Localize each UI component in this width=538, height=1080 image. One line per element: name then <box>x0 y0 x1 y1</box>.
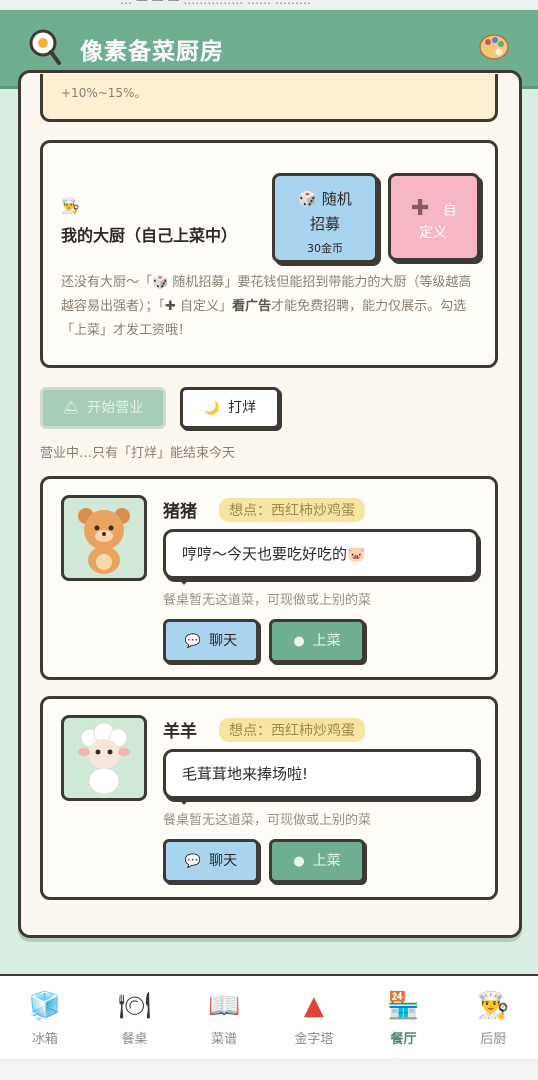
moon-icon: 🌙 <box>203 401 221 416</box>
customer-name: 猪猪 <box>163 502 197 522</box>
chef-card: 👨‍🍳 我的大厨（自己上菜中） 🎲 随机 招募 30金币 ✚ 自 定义 还没有大厨… <box>40 140 498 368</box>
dish-status: 餐桌暂无这道菜，可现做或上别的菜 <box>163 593 372 608</box>
chef-desc-bold: 看广告 <box>232 299 272 314</box>
plus-icon: ✚ <box>165 299 176 314</box>
speech-bubble: 哼哼～今天也要吃好吃的🐷 <box>163 529 479 579</box>
random-recruit-cost: 30金币 <box>307 242 343 255</box>
nav-restaurant[interactable]: 🏪 餐厅 <box>359 976 449 1058</box>
plate-icon: ● <box>293 854 305 869</box>
close-business-button[interactable]: 🌙 打烊 <box>180 387 280 429</box>
craving-badge: 想点：西红柿炒鸡蛋 <box>219 498 365 522</box>
nav-pyramid[interactable]: ▲ 金字塔 <box>269 976 359 1058</box>
sheep-icon <box>78 722 130 795</box>
chef-icon: 👨‍🍳 <box>477 991 510 1021</box>
nav-label: 冰箱 <box>31 1032 58 1047</box>
chat-button[interactable]: 💬 聊天 <box>163 619 259 663</box>
magnifier-egg-icon <box>29 29 61 65</box>
system-bottom-bar <box>0 1058 538 1080</box>
customer-name: 羊羊 <box>163 722 197 742</box>
nav-fridge[interactable]: 🧊 冰箱 <box>0 976 90 1058</box>
bottom-nav: 🧊 冰箱 🍽 餐桌 📖 菜谱 ▲ 金字塔 🏪 餐厅 👨‍🍳 后厨 <box>0 974 538 1058</box>
speech-bubble-tail <box>177 797 191 805</box>
nav-label: 后厨 <box>480 1032 507 1047</box>
app-title: 像素备菜厨房 <box>80 39 224 65</box>
dish-status: 餐桌暂无这道菜，可现做或上别的菜 <box>163 813 372 828</box>
nav-label: 餐桌 <box>121 1032 148 1047</box>
chef-title-text: 我的大厨（自己上菜中） <box>61 226 238 245</box>
craving-badge: 想点：西红柿炒鸡蛋 <box>219 718 365 742</box>
serve-button[interactable]: ● 上菜 <box>269 619 365 663</box>
chef-description: 还没有大厨～「🎲 随机招募」要花钱但能招到带能力的大厨（等级越高越容易出强者）；… <box>61 271 481 343</box>
palette-icon[interactable] <box>478 32 510 62</box>
customer-card: 猪猪 想点：西红柿炒鸡蛋 哼哼～今天也要吃好吃的🐷 餐桌暂无这道菜，可现做或上别… <box>40 476 498 680</box>
serve-label: 上菜 <box>312 853 341 869</box>
pyramid-icon: ▲ <box>303 991 324 1021</box>
plate-icon: ● <box>293 634 305 649</box>
nav-label: 菜谱 <box>211 1032 238 1047</box>
random-recruit-label: 🎲 随机 <box>298 190 352 208</box>
chat-label: 聊天 <box>209 633 238 649</box>
restaurant-icon: 🏪 <box>387 991 420 1021</box>
speech-bubble: 毛茸茸地来捧场啦! <box>163 749 479 799</box>
nav-kitchen[interactable]: 👨‍🍳 后厨 <box>448 976 538 1058</box>
chat-button[interactable]: 💬 聊天 <box>163 839 259 883</box>
chef-hat-icon: 👨‍🍳 <box>61 197 80 215</box>
ice-cube-icon: 🧊 <box>28 991 62 1021</box>
status-bar: … — — — …………… …… ……… <box>0 0 538 10</box>
nav-label: 餐厅 <box>390 1032 417 1047</box>
serve-label: 上菜 <box>312 633 341 649</box>
custom-recruit-label-2: 定义 <box>419 225 447 241</box>
serve-button[interactable]: ● 上菜 <box>269 839 365 883</box>
bonus-card: +10%~15%。 <box>40 74 498 122</box>
chat-icon: 💬 <box>184 854 202 869</box>
customer-card: 羊羊 想点：西红柿炒鸡蛋 毛茸茸地来捧场啦! 餐桌暂无这道菜，可现做或上别的菜 … <box>40 696 498 900</box>
status-text: … — — — …………… …… ……… <box>120 0 311 7</box>
chef-desc-part2: 自定义」 <box>175 299 233 314</box>
custom-recruit-button[interactable]: ✚ 自 定义 <box>388 173 480 261</box>
bear-avatar <box>61 495 147 581</box>
open-business-button[interactable]: 🛎 开始营业 <box>40 387 166 429</box>
custom-recruit-label: 自 <box>443 203 457 219</box>
chef-title: 👨‍🍳 我的大厨（自己上菜中） <box>61 191 261 251</box>
sheep-avatar <box>61 715 147 801</box>
random-recruit-button[interactable]: 🎲 随机 招募 30金币 <box>272 173 378 263</box>
plus-icon: ✚ <box>411 196 430 221</box>
nav-recipes[interactable]: 📖 菜谱 <box>179 976 269 1058</box>
book-icon: 📖 <box>207 991 241 1021</box>
bear-icon <box>78 508 130 574</box>
chat-icon: 💬 <box>184 634 202 649</box>
chat-label: 聊天 <box>209 853 238 869</box>
nav-label: 金字塔 <box>294 1032 334 1047</box>
bell-icon: 🛎 <box>62 401 80 416</box>
open-business-label: 开始营业 <box>87 400 144 416</box>
close-business-label: 打烊 <box>228 400 257 416</box>
business-hint: 营业中…只有「打烊」能结束今天 <box>40 446 236 461</box>
random-recruit-label-2: 招募 <box>309 215 340 233</box>
nav-table[interactable]: 🍽 餐桌 <box>90 976 180 1058</box>
plate-icon: 🍽 <box>118 991 152 1021</box>
speech-bubble-tail <box>177 577 191 585</box>
bonus-text: +10%~15%。 <box>61 86 147 100</box>
